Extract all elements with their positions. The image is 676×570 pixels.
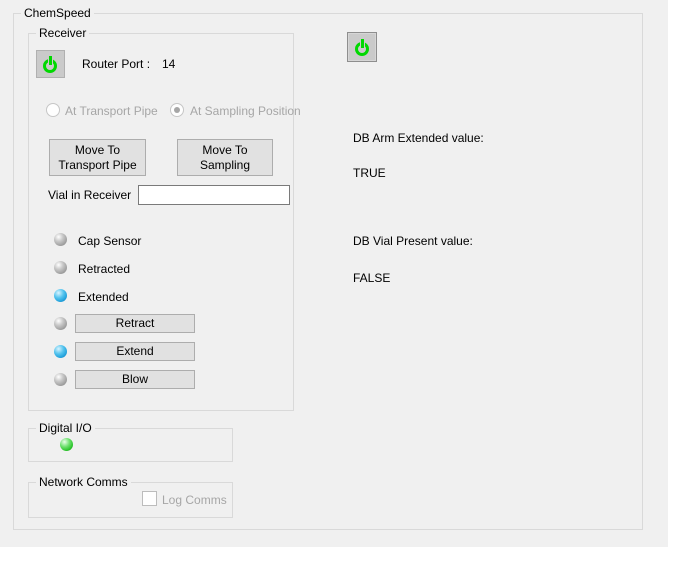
receiver-groupbox-title: Receiver [36,26,90,40]
extend-led-icon [54,345,67,358]
retract-button[interactable]: Retract [75,314,195,333]
chemspeed-groupbox-title: ChemSpeed [21,6,94,20]
form-background: ChemSpeed Receiver Router Port : 14 At T… [0,0,668,547]
radio-at-transport-pipe-label: At Transport Pipe [65,104,158,118]
retracted-led-icon [54,261,67,274]
blow-button-label: Blow [121,372,148,386]
cap-sensor-label: Cap Sensor [78,234,142,248]
db-arm-extended-label: DB Arm Extended value: [353,131,484,145]
move-to-sampling-line1: Move To [202,142,248,157]
log-comms-checkbox[interactable] [142,491,157,506]
vial-in-receiver-label: Vial in Receiver [48,188,132,202]
retracted-label: Retracted [78,262,131,276]
log-comms-label: Log Comms [162,493,227,507]
radio-at-transport-pipe[interactable] [46,103,60,117]
power-icon [354,38,371,56]
move-to-transport-pipe-line1: Move To [74,142,121,157]
move-to-transport-pipe-button[interactable]: Move To Transport Pipe [49,139,146,176]
cap-sensor-led-icon [54,233,67,246]
digital-io-groupbox-title: Digital I/O [36,421,95,435]
power-icon [42,55,59,73]
receiver-power-button[interactable] [36,50,65,78]
move-to-transport-pipe-line2: Transport Pipe [58,157,137,172]
extend-button[interactable]: Extend [75,342,195,361]
retract-button-label: Retract [115,316,155,330]
blow-button[interactable]: Blow [75,370,195,389]
digital-io-groupbox: Digital I/O [28,421,233,462]
network-comms-groupbox-title: Network Comms [36,475,131,489]
main-power-button[interactable] [347,32,377,62]
db-vial-present-value: FALSE [353,271,391,285]
blow-led-icon [54,373,67,386]
digital-io-led-icon [60,438,73,451]
extended-led-icon [54,289,67,302]
move-to-sampling-button[interactable]: Move To Sampling [177,139,273,176]
radio-at-sampling-position-label: At Sampling Position [190,104,301,118]
retract-led-icon [54,317,67,330]
vial-in-receiver-input[interactable] [138,185,290,205]
db-vial-present-label: DB Vial Present value: [353,234,473,248]
radio-at-sampling-position[interactable] [170,103,184,117]
extend-button-label: Extend [116,344,154,358]
extended-label: Extended [78,290,129,304]
move-to-sampling-line2: Sampling [199,157,251,172]
router-port-label: Router Port : [82,57,151,71]
router-port-value: 14 [162,57,176,71]
db-arm-extended-value: TRUE [353,166,386,180]
